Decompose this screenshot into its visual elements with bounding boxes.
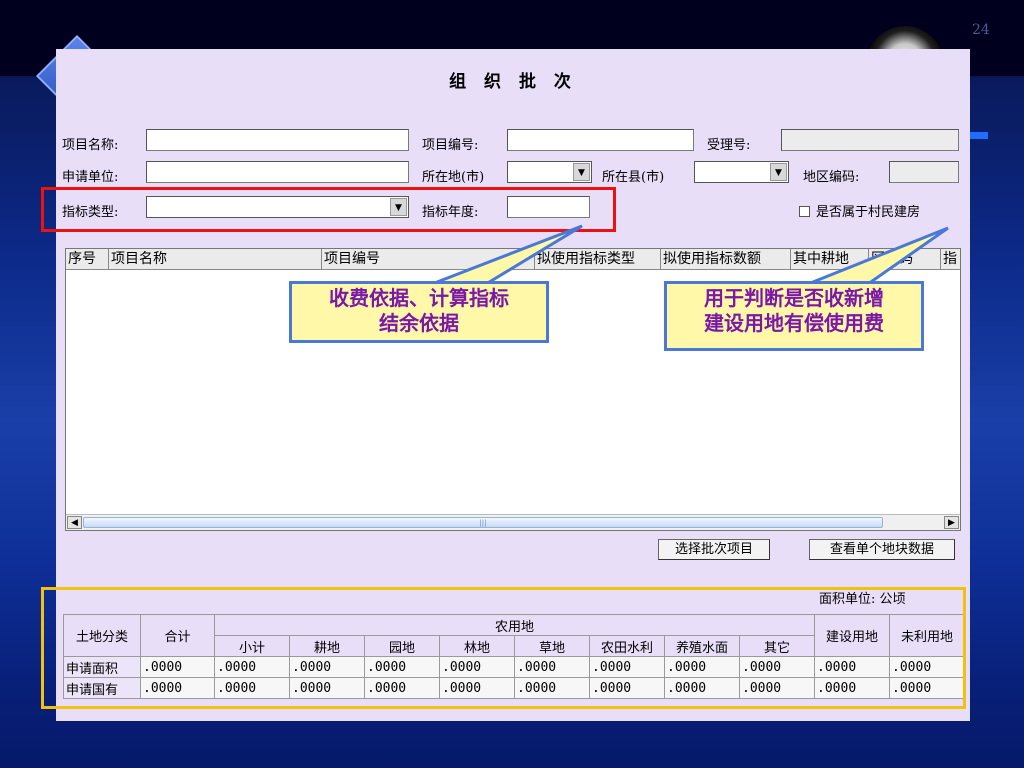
right-callout: 用于判断是否收新增 建设用地有偿使用费 <box>664 281 924 351</box>
left-callout: 收费依据、计算指标 结余依据 <box>289 281 549 343</box>
left-callout-line-2: 结余依据 <box>379 311 459 335</box>
right-callout-line-2: 建设用地有偿使用费 <box>704 311 884 335</box>
left-callout-pointer <box>431 224 583 286</box>
right-callout-pointer <box>807 226 949 286</box>
callout-pointers <box>431 224 949 286</box>
left-callout-line-1: 收费依据、计算指标 <box>329 286 509 310</box>
right-callout-line-1: 用于判断是否收新增 <box>704 286 884 310</box>
